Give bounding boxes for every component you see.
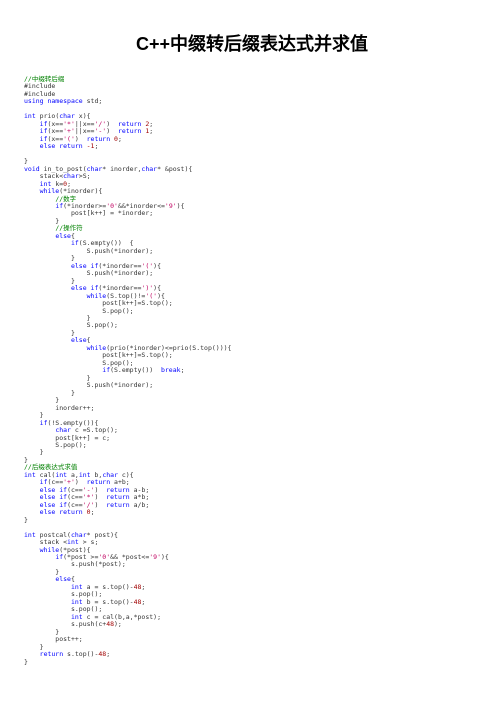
code-line: post[k++] = *inorder; [24, 210, 480, 217]
code-line: post++; [24, 636, 480, 643]
code-line: S.push(*inorder); [24, 248, 480, 255]
code-line: else return -1; [24, 143, 480, 150]
code-line: s.push(c+48); [24, 621, 480, 628]
code-line: } [24, 457, 480, 464]
code-line: else return 0; [24, 509, 480, 516]
code-line: } [24, 569, 480, 576]
code-line: //中缀转后缀 [24, 76, 480, 83]
code-line: //操作符 [24, 225, 480, 232]
code-line: S.pop(); [24, 308, 480, 315]
code-line: S.push(*inorder); [24, 270, 480, 277]
page-title: C++中缀转后缀表达式并求值 [24, 30, 480, 56]
code-line: while(*inorder){ [24, 188, 480, 195]
code-line: S.pop(); [24, 442, 480, 449]
code-line: } [24, 629, 480, 636]
code-line: } [24, 517, 480, 524]
code-line: stack<char>S; [24, 173, 480, 180]
code-line: } [24, 218, 480, 225]
code-line: S.push(*inorder); [24, 382, 480, 389]
code-line: void in_to_post(char* inorder,char* &pos… [24, 166, 480, 173]
code-block: //中缀转后缀#include#includeusing namespace s… [24, 76, 480, 666]
code-line [24, 106, 480, 113]
code-line: using namespace std; [24, 98, 480, 105]
code-line: inorder++; [24, 405, 480, 412]
code-line: return s.top()-48; [24, 651, 480, 658]
code-line: if(S.empty()) break; [24, 367, 480, 374]
code-line [24, 151, 480, 158]
code-line: } [24, 449, 480, 456]
code-line: } [24, 659, 480, 666]
code-line: #include [24, 83, 480, 90]
code-line: s.push(*post); [24, 561, 480, 568]
code-line: } [24, 390, 480, 397]
code-line: S.pop(); [24, 322, 480, 329]
code-line: post[k++] = c; [24, 435, 480, 442]
code-line: } [24, 330, 480, 337]
code-line: stack <int > s; [24, 539, 480, 546]
